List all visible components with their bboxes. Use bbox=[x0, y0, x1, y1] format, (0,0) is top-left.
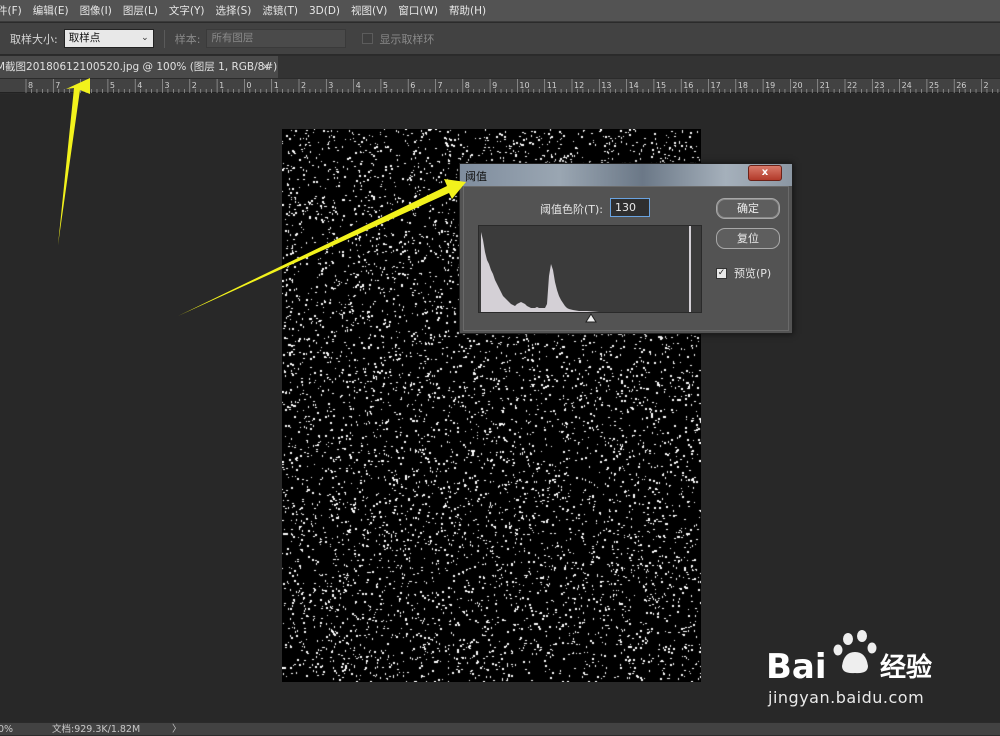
ruler-label: 18 bbox=[738, 81, 748, 90]
sample-size-select[interactable]: 取样点 ⌄ bbox=[63, 29, 154, 48]
show-ring-checkbox[interactable] bbox=[362, 33, 374, 44]
threshold-dialog: 阈值 x 阈值色阶(T): 130 确定 复位 ✓ 预览(P) bbox=[459, 163, 793, 334]
status-bar: 0% 文档:929.3K/1.82M 〉 bbox=[0, 722, 1000, 735]
ruler-label: 22 bbox=[847, 81, 857, 90]
ruler-label: 16 bbox=[683, 81, 693, 90]
dialog-title-bar[interactable]: 阈值 x bbox=[460, 164, 792, 186]
watermark-url: jingyan.baidu.com bbox=[768, 688, 925, 707]
ruler-label: 13 bbox=[601, 81, 611, 90]
threshold-slider-handle[interactable] bbox=[584, 313, 598, 323]
watermark-brand-cn: 经验 bbox=[880, 652, 932, 683]
histogram-spike bbox=[689, 226, 691, 312]
document-tab[interactable]: M截图20180612100520.jpg @ 100% (图层 1, RGB/… bbox=[0, 56, 278, 78]
ruler-label: 8 bbox=[465, 81, 470, 90]
ruler-label: 15 bbox=[656, 81, 666, 90]
reset-button[interactable]: 复位 bbox=[716, 228, 780, 249]
ruler-label: 1 bbox=[274, 81, 279, 90]
menu-view[interactable]: 视图(V) bbox=[345, 0, 392, 22]
histogram-fill bbox=[481, 232, 599, 312]
ruler-label: 3 bbox=[328, 81, 333, 90]
threshold-level-label: 阈值色阶(T): bbox=[540, 203, 604, 216]
ruler-label: 17 bbox=[711, 81, 721, 90]
dialog-close-button[interactable]: x bbox=[748, 165, 782, 181]
ruler-label: 12 bbox=[574, 81, 584, 90]
menu-edit[interactable]: 编辑(E) bbox=[27, 0, 74, 22]
ruler-label: 7 bbox=[55, 81, 60, 90]
dialog-title: 阈值 bbox=[465, 170, 487, 183]
sample-value: 所有图层 bbox=[211, 32, 254, 44]
ruler-label: 4 bbox=[356, 81, 361, 90]
dialog-body: 阈值色阶(T): 130 确定 复位 ✓ 预览(P) bbox=[463, 186, 789, 331]
ruler-label: 1 bbox=[219, 81, 224, 90]
ruler-label: 2 bbox=[984, 81, 989, 90]
divider bbox=[163, 29, 165, 48]
ruler-label: 6 bbox=[410, 81, 415, 90]
horizontal-ruler[interactable]: 8 7 6 5 4 3 2 1 0 1 2 3 4 5 6 7 8 9 10 11 12 13 14 15 16 17 18 19 20… bbox=[0, 79, 1000, 93]
sample-select[interactable]: 所有图层 bbox=[206, 29, 347, 48]
ruler-label: 6 bbox=[83, 81, 88, 90]
status-menu-arrow[interactable]: 〉 bbox=[172, 723, 182, 736]
ruler-label: 23 bbox=[874, 81, 884, 90]
menu-bar: 件(F) 编辑(E) 图像(I) 图层(L) 文字(Y) 选择(S) 滤镜(T)… bbox=[0, 0, 1000, 22]
ruler-label: 2 bbox=[192, 81, 197, 90]
sample-label: 样本: bbox=[174, 32, 201, 46]
menu-help[interactable]: 帮助(H) bbox=[443, 0, 491, 22]
ruler-label: 5 bbox=[383, 81, 388, 90]
preview-option[interactable]: ✓ 预览(P) bbox=[716, 265, 771, 281]
close-icon[interactable]: × bbox=[261, 56, 270, 78]
ruler-label: 10 bbox=[519, 81, 529, 90]
chevron-down-icon: ⌄ bbox=[141, 33, 149, 43]
menu-select[interactable]: 选择(S) bbox=[210, 0, 257, 22]
ruler-label: 2 bbox=[301, 81, 306, 90]
menu-filter[interactable]: 滤镜(T) bbox=[256, 0, 303, 22]
threshold-level-input[interactable]: 130 bbox=[610, 198, 650, 217]
ruler-label: 25 bbox=[929, 81, 939, 90]
watermark-brand: Bai bbox=[766, 647, 827, 687]
menu-3d[interactable]: 3D(D) bbox=[303, 0, 345, 22]
ruler-label: 14 bbox=[629, 81, 639, 90]
ruler-label: 9 bbox=[492, 81, 497, 90]
zoom-level[interactable]: 0% bbox=[0, 723, 13, 736]
document-size: 文档:929.3K/1.82M bbox=[52, 724, 141, 735]
sample-size-value: 取样点 bbox=[68, 32, 101, 44]
ruler-label: 3 bbox=[165, 81, 170, 90]
ruler-label: 8 bbox=[28, 81, 33, 90]
document-tab-title: M截图20180612100520.jpg @ 100% (图层 1, RGB/… bbox=[0, 61, 278, 73]
menu-image[interactable]: 图像(I) bbox=[74, 0, 117, 22]
ruler-label: 21 bbox=[820, 81, 830, 90]
ok-button[interactable]: 确定 bbox=[716, 198, 780, 219]
histogram bbox=[478, 225, 702, 313]
histogram-graph bbox=[481, 226, 691, 312]
ruler-label: 20 bbox=[792, 81, 802, 90]
ruler-label: 11 bbox=[547, 81, 557, 90]
preview-label: 预览(P) bbox=[734, 267, 772, 280]
options-bar: 取样大小: 取样点 ⌄ 样本: 所有图层 显示取样环 bbox=[0, 23, 1000, 55]
ruler-ticks: 8 7 6 5 4 3 2 1 0 1 2 3 4 5 6 7 8 9 10 11 12 13 14 15 16 17 18 19 20… bbox=[25, 79, 999, 93]
ruler-label: 4 bbox=[137, 81, 142, 90]
ruler-label: 7 bbox=[438, 81, 443, 90]
ruler-label: 19 bbox=[765, 81, 775, 90]
menu-window[interactable]: 窗口(W) bbox=[392, 0, 443, 22]
sample-size-label: 取样大小: bbox=[10, 32, 58, 46]
menu-type[interactable]: 文字(Y) bbox=[163, 0, 210, 22]
menu-layer[interactable]: 图层(L) bbox=[117, 0, 163, 22]
ruler-label: 24 bbox=[902, 81, 912, 90]
show-ring-label: 显示取样环 bbox=[379, 32, 435, 46]
ruler-label: 5 bbox=[110, 81, 115, 90]
document-tab-strip: M截图20180612100520.jpg @ 100% (图层 1, RGB/… bbox=[0, 56, 1000, 78]
ruler-label: 0 bbox=[246, 81, 251, 90]
menu-file[interactable]: 件(F) bbox=[0, 0, 27, 22]
ruler-label: 26 bbox=[956, 81, 966, 90]
preview-checkbox[interactable]: ✓ bbox=[716, 267, 727, 279]
